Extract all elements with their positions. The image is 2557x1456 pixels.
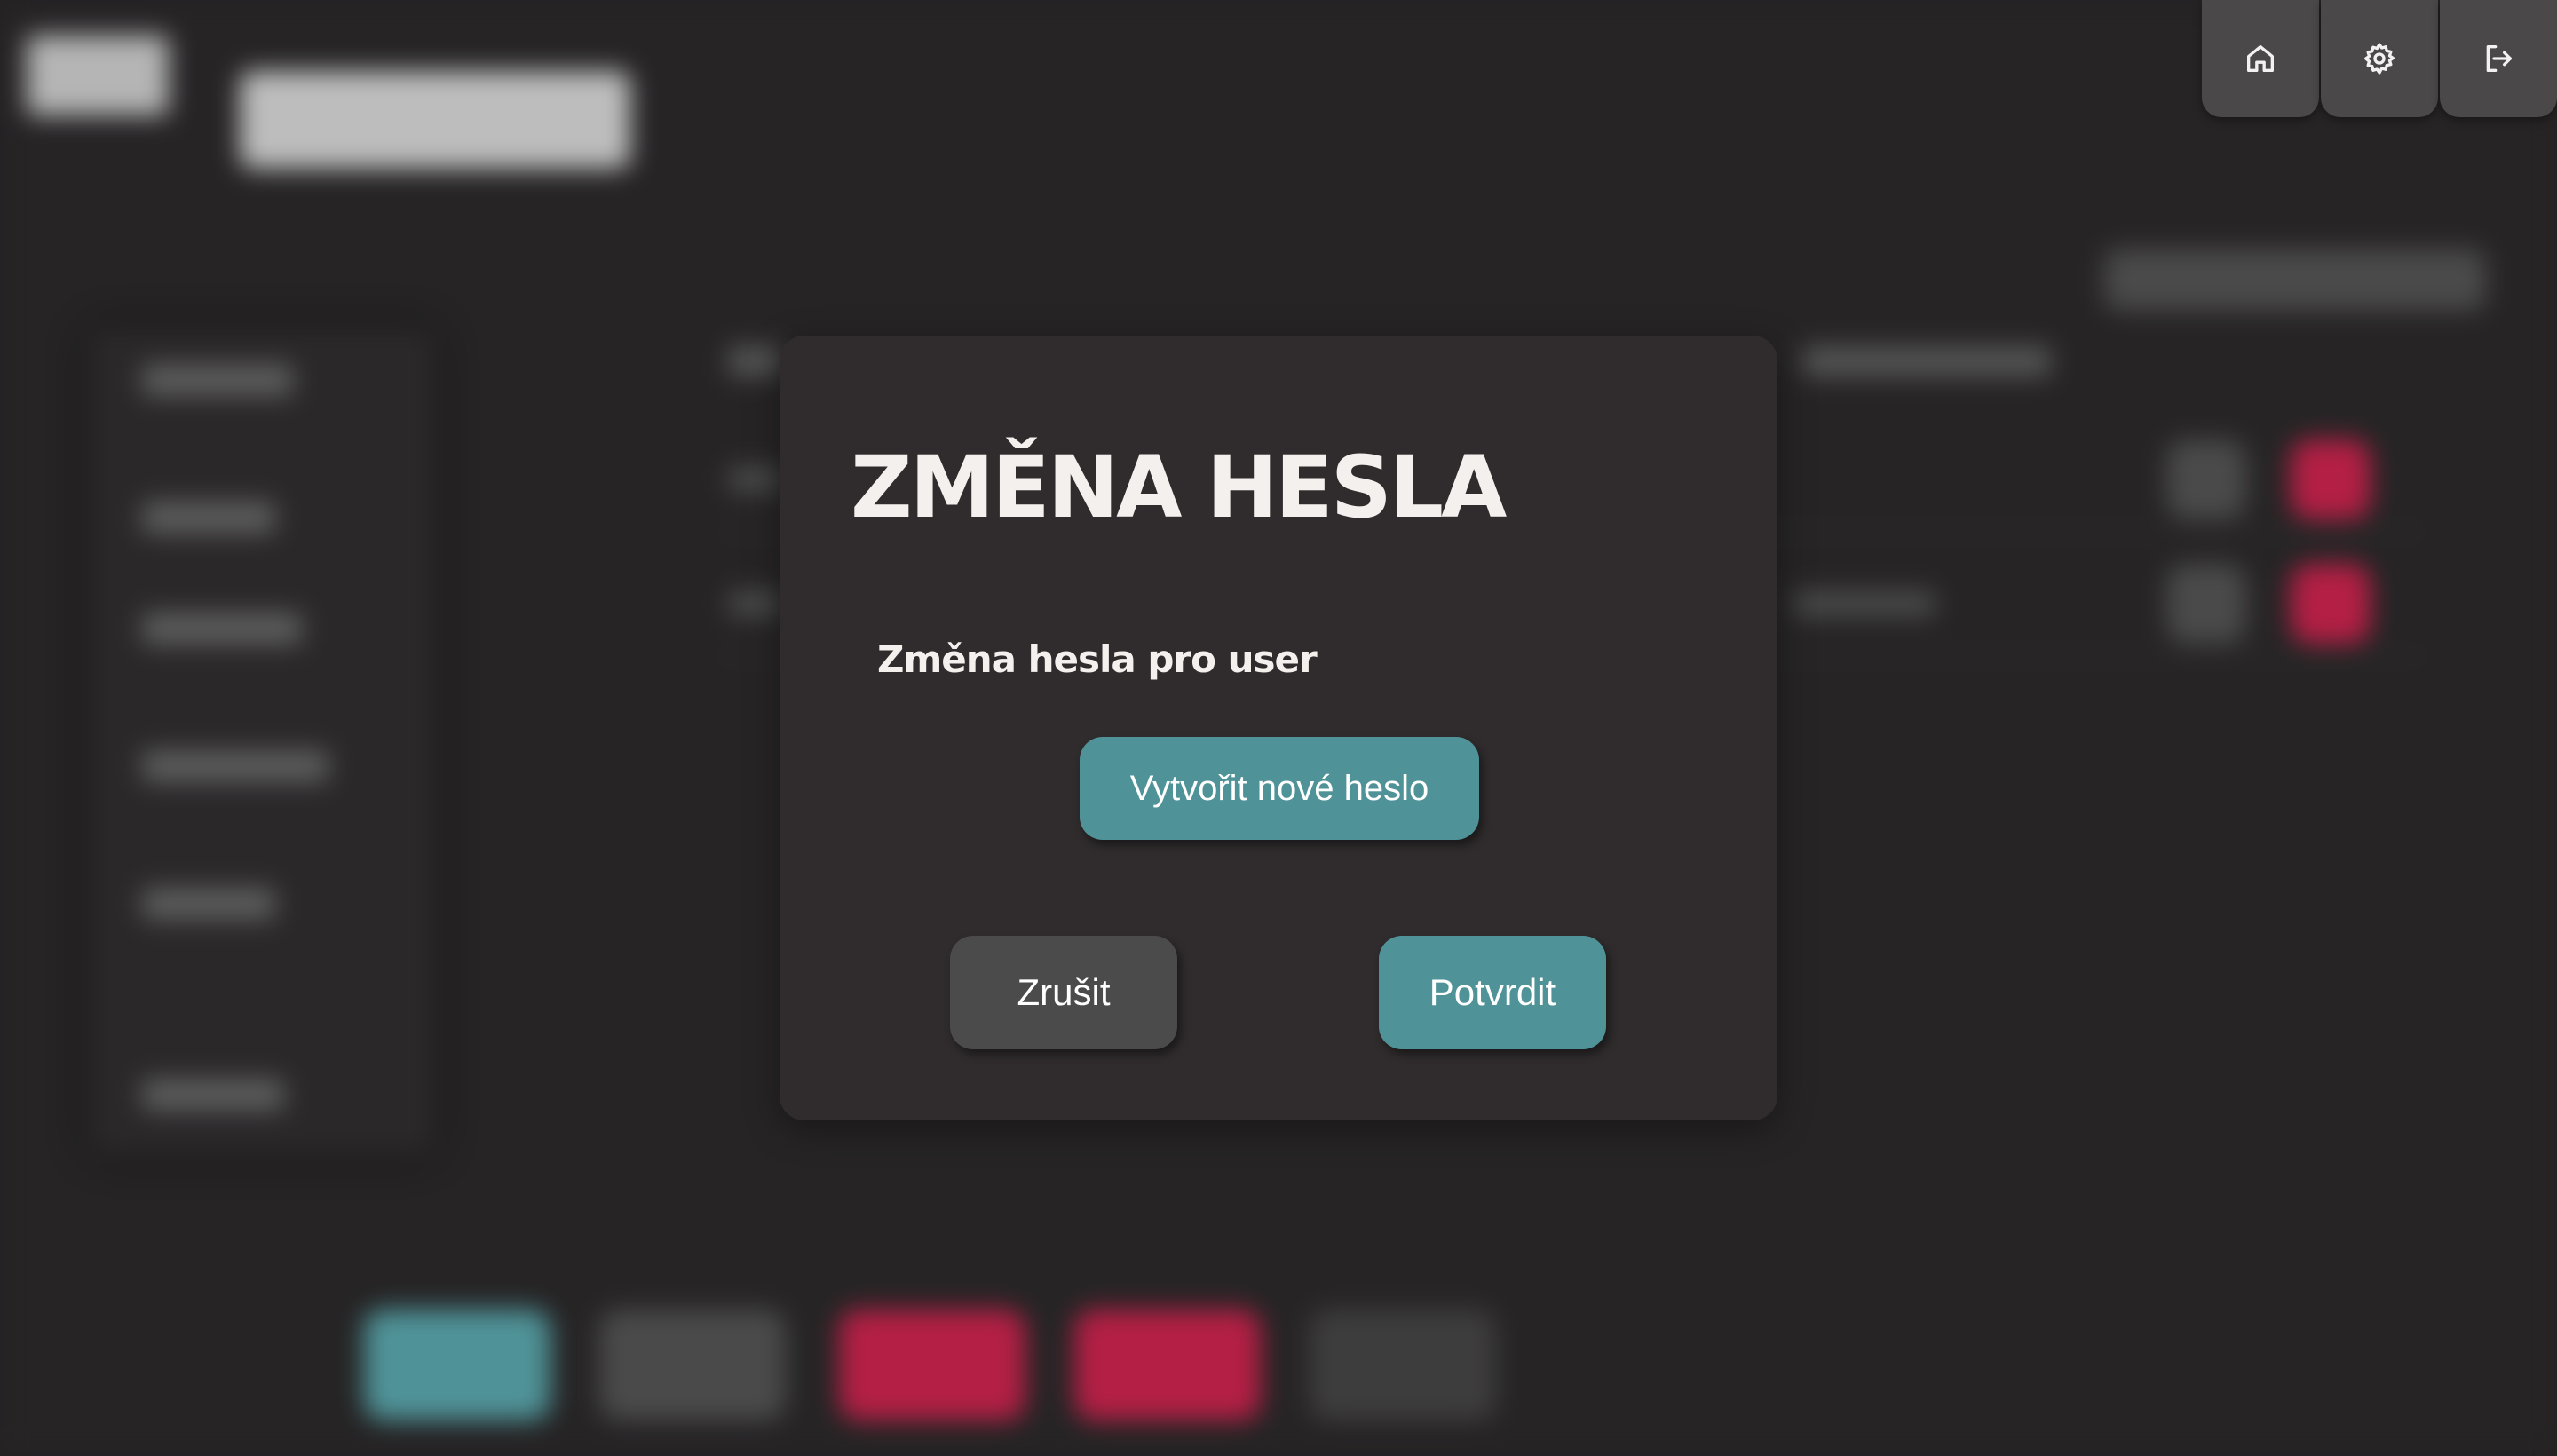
bottom-action-button-blurred	[1074, 1310, 1261, 1420]
logout-button[interactable]	[2440, 0, 2557, 117]
table-cell	[728, 466, 781, 493]
table-header-cell	[728, 346, 781, 376]
change-password-modal: ZMĚNA HESLA Změna hesla pro user Vytvoři…	[780, 336, 1777, 1120]
generate-password-button[interactable]: Vytvořit nové heslo	[1080, 737, 1479, 840]
app-title-blurred	[240, 71, 630, 169]
top-toolbar	[2202, 0, 2557, 117]
bottom-action-button-blurred	[839, 1310, 1025, 1420]
gear-icon	[2364, 43, 2395, 75]
sidebar-item-blurred	[142, 888, 275, 920]
sidebar-blurred	[89, 328, 435, 1154]
search-bar-blurred	[2104, 249, 2486, 311]
app-logo	[27, 36, 169, 115]
modal-title: ZMĚNA HESLA	[851, 438, 1507, 537]
delete-button-blurred	[2291, 439, 2371, 519]
sidebar-item-blurred	[142, 502, 275, 534]
sidebar-item-blurred	[142, 364, 293, 396]
edit-button-blurred	[2166, 564, 2246, 644]
table-header-cell	[1802, 346, 2051, 376]
modal-subtitle: Změna hesla pro user	[877, 637, 1318, 681]
table-cell	[1793, 590, 1936, 617]
delete-button-blurred	[2291, 564, 2371, 644]
home-button[interactable]	[2202, 0, 2319, 117]
sidebar-item-blurred	[142, 613, 302, 645]
confirm-button[interactable]: Potvrdit	[1379, 936, 1606, 1049]
sidebar-item-blurred	[142, 1079, 284, 1111]
logout-icon	[2486, 45, 2512, 73]
cancel-button[interactable]: Zrušit	[950, 936, 1177, 1049]
settings-button[interactable]	[2321, 0, 2438, 117]
table-cell	[728, 590, 781, 617]
home-icon	[2247, 45, 2274, 73]
bottom-action-button-blurred	[364, 1310, 550, 1420]
app-root: ZMĚNA HESLA Změna hesla pro user Vytvoři…	[0, 0, 2557, 1456]
bottom-action-button-blurred	[599, 1310, 786, 1420]
sidebar-item-blurred	[142, 750, 329, 782]
edit-button-blurred	[2166, 439, 2246, 519]
bottom-action-button-blurred	[1310, 1310, 1496, 1420]
